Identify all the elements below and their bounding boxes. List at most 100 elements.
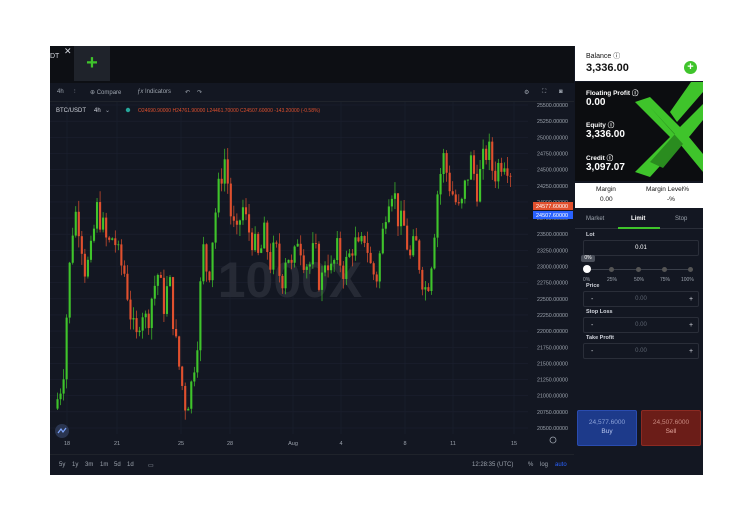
timeframe-1m[interactable]: 1m [100, 462, 108, 468]
date-range-icon[interactable]: ▭ [148, 462, 154, 469]
candle-body [193, 372, 196, 382]
timeframe-1y[interactable]: 1y [72, 462, 78, 468]
timeframe-5y[interactable]: 5y [59, 462, 65, 468]
utc-clock[interactable]: 12:28:35 (UTC) [472, 462, 513, 468]
candle-body [482, 148, 485, 169]
price-tick-label: 22250.00000 [537, 313, 568, 319]
lot-value[interactable]: 0.01 [584, 245, 698, 251]
deposit-plus-icon[interactable]: + [684, 61, 697, 74]
candle-body [348, 253, 351, 257]
candle-body [105, 217, 108, 238]
sell-button[interactable]: 24,507.6000 Sell [641, 410, 701, 446]
candle-body [150, 298, 153, 329]
candle-body [135, 318, 138, 333]
price-tick-label: 25000.00000 [537, 135, 568, 141]
candle-body [238, 220, 241, 225]
candle-body [65, 317, 68, 380]
price-tick-label: 21500.00000 [537, 361, 568, 367]
tab-market[interactable]: Market [586, 216, 604, 222]
candle-body [232, 216, 235, 221]
slider-stop-100[interactable] [688, 267, 693, 272]
take-profit-value[interactable]: 0.00 [584, 348, 698, 354]
price-tick-label: 25500.00000 [537, 103, 568, 109]
candlestick-chart[interactable]: 1000X 25500.0000025250.0000025000.000002… [50, 102, 574, 452]
timeframe-1d[interactable]: 1d [127, 462, 134, 468]
candle-body [333, 260, 336, 264]
take-profit-field[interactable]: Take Profit - 0.00 + [583, 335, 699, 359]
candle-body [375, 274, 378, 282]
buy-label: Buy [601, 428, 613, 435]
slider-tick-50: 50% [634, 277, 645, 283]
fullscreen-icon[interactable]: ⛶ [542, 89, 546, 96]
percent-scale-toggle[interactable]: % [528, 462, 533, 468]
candle-body [479, 168, 482, 202]
lot-slider-handle[interactable] [583, 265, 591, 273]
slider-stop-50[interactable] [636, 267, 641, 272]
slider-stop-75[interactable] [662, 267, 667, 272]
candle-body [372, 263, 375, 275]
redo-icon[interactable]: ↷ [197, 89, 202, 96]
timeframe-3m[interactable]: 3m [85, 462, 93, 468]
buy-button[interactable]: 24,577.6000 Buy [577, 410, 637, 446]
plus-icon: + [86, 52, 98, 74]
take-profit-plus-button[interactable]: + [689, 348, 693, 355]
candle-body [430, 268, 433, 291]
candle-body [77, 211, 80, 237]
bar-style-icon[interactable]: ⫶ [74, 89, 76, 96]
log-scale-toggle[interactable]: log [540, 462, 548, 468]
timeframe-5d[interactable]: 5d [114, 462, 121, 468]
stop-loss-field[interactable]: Stop Loss - 0.00 + [583, 309, 699, 333]
interval-selector[interactable]: 4h [57, 89, 64, 95]
price-tick-label: 24750.00000 [537, 151, 568, 157]
candle-body [323, 265, 327, 273]
close-icon[interactable]: ✕ [64, 46, 72, 57]
live-status-icon [125, 107, 131, 113]
candle-body [296, 243, 299, 247]
candle-body [196, 350, 199, 373]
candle-body [451, 191, 454, 195]
price-field[interactable]: Price - 0.00 + [583, 283, 699, 307]
settings-icon[interactable]: ⚙ [524, 89, 529, 96]
candle-body [159, 274, 162, 278]
tradingview-logo-icon[interactable] [55, 424, 69, 438]
candle-body [171, 277, 175, 330]
indicators-button[interactable]: ƒx Indicators [137, 89, 171, 95]
legend-collapse-icon[interactable]: ⌄ [105, 108, 110, 114]
lot-field[interactable]: Lot 0.01 [583, 232, 699, 256]
candle-body [251, 232, 254, 251]
candle-body [217, 178, 220, 213]
candle-body [229, 183, 232, 217]
chart-tab-label[interactable]: DT [50, 53, 59, 60]
compare-button[interactable]: ⊕ Compare [90, 89, 121, 96]
candle-body [494, 170, 497, 182]
slider-stop-25[interactable] [609, 267, 614, 272]
tab-limit[interactable]: Limit [631, 216, 645, 222]
candle-body [208, 271, 211, 281]
candle-body [345, 256, 348, 279]
candle-body [339, 238, 342, 266]
margin-level-value: -% [667, 196, 675, 203]
time-tick-label: 4 [339, 441, 342, 447]
auto-scale-toggle[interactable]: auto [555, 462, 567, 468]
camera-icon[interactable]: ◙ [559, 89, 563, 95]
equity-label: Equity ⓘ [586, 122, 615, 129]
add-chart-button[interactable]: + [74, 46, 110, 81]
undo-icon[interactable]: ↶ [185, 89, 190, 96]
price-value[interactable]: 0.00 [584, 296, 698, 302]
candle-body [466, 179, 469, 181]
price-chart[interactable]: 1000X 25500.00000 25250.00000 25000.00000 2… [50, 102, 574, 452]
candle-body [175, 329, 178, 337]
candle-body [89, 240, 93, 260]
candle-body [485, 148, 488, 160]
tab-stop[interactable]: Stop [675, 216, 687, 222]
candle-body [418, 240, 421, 270]
legend-symbol[interactable]: BTC/USDT [56, 108, 86, 114]
slider-tick-100: 100% [681, 277, 694, 283]
price-axis[interactable]: 25500.00000 25250.00000 25000.00000 24750.0… [537, 103, 568, 432]
stop-loss-value[interactable]: 0.00 [584, 322, 698, 328]
stop-loss-plus-button[interactable]: + [689, 322, 693, 329]
candle-body [111, 238, 114, 240]
candle-body [220, 178, 223, 184]
candle-body [284, 262, 287, 289]
price-plus-button[interactable]: + [689, 296, 693, 303]
